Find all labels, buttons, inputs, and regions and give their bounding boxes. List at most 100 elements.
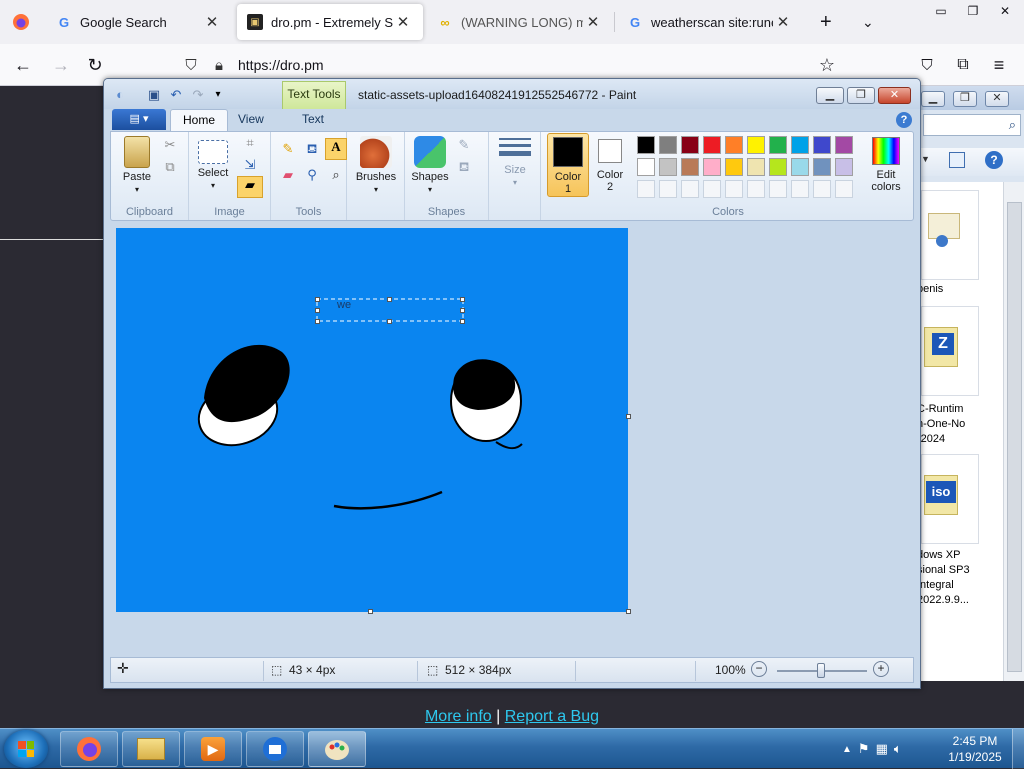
color1-button[interactable]: Color 1 <box>547 133 589 197</box>
cut-icon[interactable]: ✂ <box>161 136 179 154</box>
paste-button[interactable]: Paste ▾ <box>117 136 157 195</box>
rotate-icon[interactable]: ▰ <box>237 176 263 198</box>
file-label[interactable]: penis <box>917 282 997 297</box>
palette-swatch[interactable] <box>813 158 831 176</box>
fill-icon[interactable]: ⛾ <box>303 140 321 158</box>
show-hidden-icons[interactable]: ▲ <box>842 744 852 755</box>
explorer-search-icon[interactable]: ⌕ <box>923 114 1021 136</box>
tab-text[interactable]: Text <box>290 109 336 131</box>
paint-app-icon[interactable]: ◐ <box>112 87 128 103</box>
menu-icon[interactable]: ≡ <box>986 52 1012 78</box>
zoom-in-button[interactable]: + <box>873 661 889 677</box>
redo-icon[interactable]: ↷ <box>190 87 206 103</box>
color-picker-icon[interactable]: ⚲ <box>303 166 321 184</box>
certificate-icon[interactable] <box>921 190 979 280</box>
view-dropdown-icon[interactable]: ▼ <box>921 154 930 164</box>
file-label[interactable]: dows XP <box>917 548 997 563</box>
palette-swatch-empty[interactable] <box>813 180 831 198</box>
explorer-scrollbar[interactable] <box>1003 182 1024 681</box>
drawing-canvas[interactable]: we <box>116 228 628 612</box>
new-tab-button[interactable]: + <box>810 4 840 40</box>
palette-swatch[interactable] <box>725 158 743 176</box>
text-box-handle[interactable] <box>315 319 320 324</box>
paint-icon[interactable] <box>308 731 366 767</box>
color2-button[interactable]: Color 2 <box>591 133 629 193</box>
tab-view[interactable]: View <box>226 109 276 131</box>
canvas-area[interactable]: we <box>110 225 914 655</box>
url-bar[interactable]: ⛉ 🔒︎ https://dro.pm <box>180 50 850 80</box>
show-desktop-button[interactable] <box>1012 729 1024 769</box>
palette-swatch-empty[interactable] <box>769 180 787 198</box>
palette-swatch[interactable] <box>791 136 809 154</box>
palette-swatch-empty[interactable] <box>659 180 677 198</box>
crop-icon[interactable]: ⌗ <box>241 134 259 152</box>
file-label[interactable]: Integral <box>917 578 997 593</box>
resize-icon[interactable]: ⇲ <box>241 156 259 174</box>
palette-swatch[interactable] <box>769 158 787 176</box>
file-label[interactable]: sional SP3 <box>917 563 997 578</box>
palette-swatch-empty[interactable] <box>835 180 853 198</box>
file-label[interactable]: n-One-No <box>917 417 997 432</box>
file-label[interactable]: -2024 <box>917 432 997 447</box>
palette-swatch-empty[interactable] <box>725 180 743 198</box>
palette-swatch[interactable] <box>813 136 831 154</box>
tab-home[interactable]: Home <box>170 109 229 131</box>
lock-icon[interactable]: 🔒︎ <box>208 57 230 74</box>
palette-swatch[interactable] <box>659 158 677 176</box>
url-text[interactable]: https://dro.pm <box>238 57 324 73</box>
action-center-flag-icon[interactable]: ⚑ <box>858 741 870 757</box>
text-box-handle[interactable] <box>387 319 392 324</box>
iso-file-icon[interactable]: iso <box>921 454 979 544</box>
more-info-link[interactable]: More info <box>425 708 492 725</box>
palette-swatch[interactable] <box>681 158 699 176</box>
text-box-handle[interactable] <box>315 308 320 313</box>
media-player-icon[interactable]: ▶ <box>184 731 242 767</box>
palette-swatch[interactable] <box>703 136 721 154</box>
palette-swatch[interactable] <box>747 158 765 176</box>
palette-swatch-empty[interactable] <box>703 180 721 198</box>
forward-arrow-icon[interactable]: → <box>48 52 74 78</box>
report-bug-link[interactable]: Report a Bug <box>505 708 599 725</box>
canvas-resize-handle[interactable] <box>368 609 373 614</box>
brushes-button[interactable]: Brushes ▾ <box>351 136 401 195</box>
palette-swatch[interactable] <box>769 136 787 154</box>
text-box-handle[interactable] <box>460 319 465 324</box>
start-button[interactable] <box>4 730 48 768</box>
close-tab-icon[interactable]: ✕ <box>393 13 413 31</box>
paint-menu-button[interactable]: ▤ ▾ <box>112 109 166 130</box>
zip-archive-icon[interactable]: Z <box>921 306 979 396</box>
text-tool-icon[interactable]: A <box>325 138 347 160</box>
shapes-button[interactable]: Shapes ▾ <box>407 136 453 195</box>
canvas-resize-handle[interactable] <box>626 414 631 419</box>
zoom-slider-thumb[interactable] <box>817 663 825 678</box>
outline-icon[interactable]: ✎ <box>455 136 473 154</box>
explorer-minimize-button[interactable]: ▁ <box>921 91 945 107</box>
palette-swatch[interactable] <box>681 136 699 154</box>
palette-swatch[interactable] <box>637 136 655 154</box>
size-button[interactable]: Size ▾ <box>495 136 535 188</box>
file-label[interactable]: 2022.9.9... <box>917 593 997 608</box>
back-arrow-icon[interactable]: ← <box>10 52 36 78</box>
close-tab-icon[interactable]: ✕ <box>583 13 603 31</box>
file-label[interactable]: C-Runtim <box>917 402 997 417</box>
close-tab-icon[interactable]: ✕ <box>202 13 222 31</box>
copy-icon[interactable]: ⧉ <box>161 158 179 176</box>
zoom-out-button[interactable]: − <box>751 661 767 677</box>
thunderbird-icon[interactable] <box>246 731 304 767</box>
paint-close-button[interactable]: ✕ <box>878 87 911 104</box>
list-tabs-chevron-icon[interactable]: ⌄ <box>852 4 880 40</box>
eraser-icon[interactable]: ▰ <box>279 166 297 184</box>
help-icon[interactable]: ? <box>896 112 912 128</box>
tab-dropm[interactable]: ▣ dro.pm - Extremely Short ✕ <box>237 4 423 40</box>
palette-swatch-empty[interactable] <box>637 180 655 198</box>
tab-google-search[interactable]: G Google Search ✕ <box>46 4 232 40</box>
network-icon[interactable]: ▦ <box>876 741 888 757</box>
extensions-icon[interactable]: ⧉ <box>950 52 976 78</box>
close-tab-icon[interactable]: ✕ <box>773 13 793 31</box>
help-icon[interactable]: ? <box>985 151 1003 169</box>
browser-close-button[interactable]: ✕ <box>990 0 1020 22</box>
text-box-handle[interactable] <box>460 308 465 313</box>
pocket-icon[interactable]: ⛉ <box>914 52 940 78</box>
firefox-icon[interactable] <box>60 731 118 767</box>
canvas-resize-handle[interactable] <box>626 609 631 614</box>
